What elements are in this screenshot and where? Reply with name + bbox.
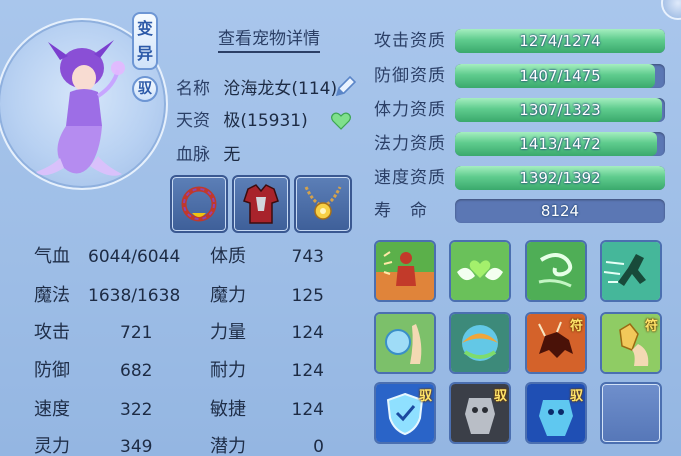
heart-wings-skill-icon <box>451 242 509 300</box>
aptitude-value-0: 1274/1274 <box>519 32 601 50</box>
stat-value-right-4: 124 <box>291 400 324 420</box>
stat-label-left-2: 攻击 <box>34 322 70 343</box>
stat-value-right-5: 0 <box>313 437 324 456</box>
equipment-slot-collar[interactable] <box>170 175 228 233</box>
tame-badge: 驭 <box>132 76 158 102</box>
talent-label: 天资 <box>176 111 210 131</box>
pet-talent-row: 天资 极(15931) <box>176 108 308 134</box>
stat-value-right-1: 125 <box>291 286 324 306</box>
pet-name-row: 名称 沧海龙女(114) <box>176 76 337 102</box>
aptitude-label-0: 攻击资质 <box>374 31 446 51</box>
stat-value-left-5: 349 <box>120 437 153 456</box>
stat-value-left-4: 322 <box>120 400 153 420</box>
skill-tag-yu: 驭 <box>569 389 583 404</box>
stat-label-left-1: 魔法 <box>34 285 70 306</box>
ring-collar-icon <box>181 186 217 222</box>
armor-icon <box>243 184 279 224</box>
stat-label-right-2: 力量 <box>210 322 246 343</box>
stat-label-right-5: 潜力 <box>210 436 246 456</box>
aptitude-label-1: 防御资质 <box>374 66 446 86</box>
stat-value-right-3: 124 <box>291 361 324 381</box>
skill-slot-5[interactable] <box>374 312 436 374</box>
stat-label-right-3: 耐力 <box>210 360 246 381</box>
heart-icon[interactable] <box>330 110 352 132</box>
bloodline-value: 无 <box>223 145 241 165</box>
lifespan-label: 寿 命 <box>374 201 428 221</box>
name-label: 名称 <box>176 79 210 99</box>
stat-value-left-0: 6044/6044 <box>88 247 181 267</box>
skill-slot-2[interactable] <box>449 240 511 302</box>
aptitude-bar-4: 1392/1392 <box>455 166 665 190</box>
stat-value-right-0: 743 <box>291 247 324 267</box>
necklace-icon <box>304 186 342 220</box>
mutation-badge: 变 异 <box>132 12 158 70</box>
pet-bloodline-row: 血脉 无 <box>176 142 240 168</box>
lifespan-bar: 8124 <box>455 199 665 223</box>
stat-label-left-3: 防御 <box>34 360 70 381</box>
strength-buff-skill-icon <box>376 242 434 300</box>
aptitude-value-3: 1413/1472 <box>519 135 601 153</box>
window-corner-ornament <box>661 0 681 20</box>
stat-label-left-5: 灵力 <box>34 436 70 456</box>
aptitude-value-2: 1307/1323 <box>519 101 601 119</box>
stat-label-left-0: 气血 <box>34 246 70 267</box>
rename-pen-icon[interactable] <box>332 74 358 100</box>
skill-slot-9[interactable]: 驭 <box>374 382 436 444</box>
talent-value: 极(15931) <box>223 111 308 131</box>
aptitude-value-4: 1392/1392 <box>519 169 601 187</box>
stat-label-right-0: 体质 <box>210 246 246 267</box>
skill-slot-empty[interactable] <box>600 382 662 444</box>
dash-skill-icon <box>602 242 660 300</box>
view-pet-details-link[interactable]: 查看宠物详情 <box>218 28 320 53</box>
lifespan-value: 8124 <box>540 202 580 220</box>
elemental-orb-skill-icon <box>451 314 509 372</box>
aptitude-bar-1: 1407/1475 <box>455 64 665 88</box>
water-hand-skill-icon <box>376 314 434 372</box>
aptitude-bar-3: 1413/1472 <box>455 132 665 156</box>
aptitude-label-2: 体力资质 <box>374 100 446 120</box>
skill-slot-7[interactable]: 符 <box>525 312 587 374</box>
aptitude-bar-0: 1274/1274 <box>455 29 665 53</box>
pet-portrait-dragon-girl <box>36 40 125 176</box>
stat-value-left-1: 1638/1638 <box>88 286 181 306</box>
skill-slot-3[interactable] <box>525 240 587 302</box>
skill-tag-fu: 符 <box>644 319 658 334</box>
stat-value-left-3: 682 <box>120 361 153 381</box>
equipment-slot-armor[interactable] <box>232 175 290 233</box>
aptitude-label-4: 速度资质 <box>374 168 446 188</box>
stat-label-left-4: 速度 <box>34 399 70 420</box>
aptitude-bar-2: 1307/1323 <box>455 98 665 122</box>
skill-slot-8[interactable]: 符 <box>600 312 662 374</box>
stat-label-right-4: 敏捷 <box>210 399 246 420</box>
aptitude-value-1: 1407/1475 <box>519 67 601 85</box>
wind-spiral-skill-icon <box>527 242 585 300</box>
skill-slot-6[interactable] <box>449 312 511 374</box>
pet-name-value: 沧海龙女(114) <box>223 79 338 99</box>
skill-tag-yu: 驭 <box>493 389 507 404</box>
skill-slot-10[interactable]: 驭 <box>449 382 511 444</box>
stat-value-right-2: 124 <box>291 323 324 343</box>
stat-value-left-2: 721 <box>120 323 153 343</box>
equipment-slot-necklace[interactable] <box>294 175 352 233</box>
skill-tag-yu: 驭 <box>418 389 432 404</box>
aptitude-label-3: 法力资质 <box>374 134 446 154</box>
bloodline-label: 血脉 <box>176 145 210 165</box>
skill-slot-4[interactable] <box>600 240 662 302</box>
skill-slot-1[interactable] <box>374 240 436 302</box>
skill-slot-11[interactable]: 驭 <box>525 382 587 444</box>
skill-tag-fu: 符 <box>569 319 583 334</box>
stat-label-right-1: 魔力 <box>210 285 246 306</box>
